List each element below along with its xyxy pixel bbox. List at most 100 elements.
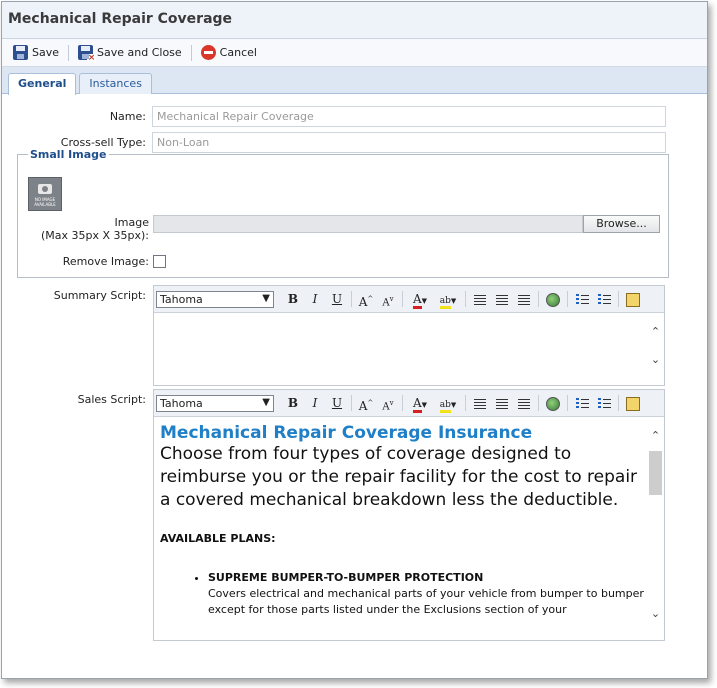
edit-html-button[interactable] [622,289,644,309]
name-field[interactable]: Mechanical Repair Coverage [152,106,666,127]
action-toolbar: Save × Save and Close Cancel [2,39,707,67]
numbered-list-icon [575,398,589,409]
font-select-value: Tahoma [160,396,203,410]
align-left-button[interactable] [469,289,491,309]
numbered-list-button[interactable] [571,289,593,309]
editor-separator [465,395,466,411]
bulleted-list-button[interactable] [593,289,615,309]
cancel-label: Cancel [219,46,257,59]
name-label: Name: [109,110,146,123]
tab-instances[interactable]: Instances [79,73,152,94]
save-icon [13,45,28,60]
summary-script-label: Summary Script: [53,289,146,302]
bulleted-list-icon [597,294,611,305]
editor-separator [567,291,568,307]
scroll-down-icon[interactable]: ⌄ [647,351,664,368]
insert-link-button[interactable] [542,393,564,413]
italic-button[interactable]: I [304,393,326,413]
font-select[interactable]: Tahoma ▼ [156,394,274,412]
edit-html-button[interactable] [622,393,644,413]
tab-general[interactable]: General [8,73,77,95]
remove-image-label: Remove Image: [62,255,149,268]
font-select[interactable]: Tahoma ▼ [156,290,274,308]
camera-icon [38,184,52,194]
grow-font-button[interactable]: A^ [355,289,377,309]
plans-list: SUPREME BUMPER-TO-BUMPER PROTECTION Cove… [160,571,644,618]
scroll-down-icon[interactable]: ⌄ [647,605,664,622]
sales-script-label: Sales Script: [77,393,146,406]
editor-separator [618,395,619,411]
title-bar: Mechanical Repair Coverage [2,2,707,39]
save-button[interactable]: Save [8,42,64,64]
summary-script-editor: Tahoma ▼ B I U A^ Av A▼ ab▼ ⌃ ⌄ [153,285,665,386]
remove-image-checkbox[interactable] [153,255,166,268]
save-label: Save [32,46,60,59]
bulleted-list-button[interactable] [593,393,615,413]
sales-script-content: Mechanical Repair Coverage Insurance Cho… [154,417,664,618]
no-image-thumbnail: NO IMAGE AVAILABLE [28,177,62,211]
bold-button[interactable]: B [282,289,304,309]
small-image-legend: Small Image [30,148,107,161]
font-color-button[interactable]: A▼ [406,393,434,413]
editor-separator [402,291,403,307]
save-and-close-button[interactable]: × Save and Close [73,42,187,64]
highlight-color-button[interactable]: ab▼ [434,393,462,413]
image-label: Image (Max 35px X 35px): [18,216,149,242]
small-image-group: Small Image NO IMAGE AVAILABLE Image (Ma… [17,148,669,278]
available-plans-heading: AVAILABLE PLANS: [160,532,276,545]
shrink-font-button[interactable]: Av [377,393,399,413]
align-right-button[interactable] [513,289,535,309]
highlight-color-button[interactable]: ab▼ [434,289,462,309]
underline-button[interactable]: U [326,289,348,309]
numbered-list-button[interactable] [571,393,593,413]
sales-scrollbar[interactable]: ⌃ ⌄ [647,417,664,640]
edit-icon [626,292,640,307]
align-center-button[interactable] [491,289,513,309]
editor-separator [538,291,539,307]
toolbar-separator [68,44,70,61]
chevron-down-icon: ▼ [262,292,270,304]
italic-button[interactable]: I [304,289,326,309]
editor-separator [465,291,466,307]
underline-button[interactable]: U [326,393,348,413]
tab-strip: General Instances [2,67,707,95]
file-path-input[interactable] [153,215,583,233]
image-label-line2: (Max 35px X 35px): [40,229,149,242]
scroll-thumb[interactable] [649,451,662,495]
numbered-list-icon [575,294,589,305]
cancel-button[interactable]: Cancel [196,42,262,64]
bold-button[interactable]: B [282,393,304,413]
scroll-up-icon[interactable]: ⌃ [647,427,664,444]
edit-icon [626,396,640,411]
sales-lead-paragraph: Choose from four types of coverage desig… [160,444,638,510]
summary-scrollbar[interactable]: ⌃ ⌄ [647,313,664,385]
grow-font-button[interactable]: A^ [355,393,377,413]
scroll-up-icon[interactable]: ⌃ [647,323,664,340]
align-center-button[interactable] [491,393,513,413]
plan-description: Covers electrical and mechanical parts o… [208,587,644,616]
plan-title: SUPREME BUMPER-TO-BUMPER PROTECTION [208,571,484,584]
sales-script-editor: Tahoma ▼ B I U A^ Av A▼ ab▼ Mechanical R… [153,389,665,641]
dialog-window: Mechanical Repair Coverage Save × Save a… [1,1,708,679]
align-right-button[interactable] [513,393,535,413]
window-title: Mechanical Repair Coverage [8,11,233,27]
bulleted-list-icon [597,398,611,409]
sales-editor-toolbar: Tahoma ▼ B I U A^ Av A▼ ab▼ [154,390,664,417]
sales-editor-body[interactable]: Mechanical Repair Coverage Insurance Cho… [154,417,664,640]
sales-heading: Mechanical Repair Coverage Insurance [160,423,533,443]
editor-separator [351,395,352,411]
font-select-value: Tahoma [160,292,203,306]
summary-editor-toolbar: Tahoma ▼ B I U A^ Av A▼ ab▼ [154,286,664,313]
summary-editor-body[interactable]: ⌃ ⌄ [154,313,664,385]
editor-separator [351,291,352,307]
browse-button[interactable]: Browse... [583,215,660,233]
font-color-button[interactable]: A▼ [406,289,434,309]
shrink-font-button[interactable]: Av [377,289,399,309]
name-row: Name: Mechanical Repair Coverage [12,106,666,127]
insert-link-button[interactable] [542,289,564,309]
list-item: SUPREME BUMPER-TO-BUMPER PROTECTION Cove… [208,571,644,618]
save-and-close-label: Save and Close [97,46,182,59]
editor-separator [538,395,539,411]
file-upload: Browse... [153,215,660,233]
align-left-button[interactable] [469,393,491,413]
